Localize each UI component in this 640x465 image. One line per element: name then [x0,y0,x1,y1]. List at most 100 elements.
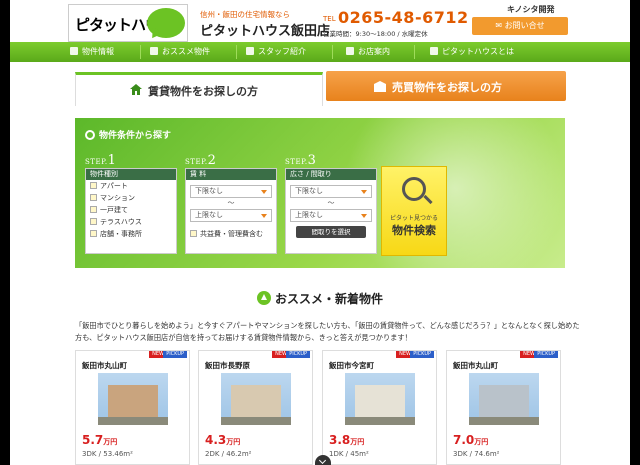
property-card[interactable]: NEW PICKUP 飯田市丸山町 7.0万円 3DK / 74.6m² [446,350,561,465]
checkbox-house[interactable]: 一戸建て [86,204,176,216]
nav-divider [236,45,237,59]
size-max-select[interactable]: 上限なし [290,209,372,222]
business-hours: 営業時間：9:30～18:00 / 水曜定休 [323,30,428,38]
checkbox[interactable] [90,206,97,213]
nav-item-shop[interactable]: お店案内 [346,42,390,62]
property-spec: 2DK / 46.2m² [205,450,252,458]
ground-image [345,417,415,425]
search-icon [85,130,95,140]
property-card[interactable]: NEW PICKUP 飯田市丸山町 5.7万円 3DK / 53.46m² [75,350,190,465]
brand-logo: キノシタ開発 [507,5,555,14]
checkbox[interactable] [90,218,97,225]
person-icon [246,47,254,55]
price-value: 4.3 [205,433,227,447]
price-unit: 万円 [350,438,365,446]
property-area: 飯田市長野原 [205,361,250,370]
search-panel: 物件条件から探す STEP.1 物件種別 アパート マンション 一戸建て テラス… [75,118,565,268]
property-type-header: 物件種別 [86,169,176,180]
checkbox[interactable] [90,230,97,237]
property-area: 飯田市丸山町 [453,361,498,370]
checkbox-include-fees[interactable]: 共益費・管理費含む [186,228,276,240]
price-value: 5.7 [82,433,104,447]
nav-item-recommended[interactable]: おススメ物件 [150,42,210,62]
featured-intro: 「飯田市でひとり暮らしを始めよう」と今すぐアパートやマンションを探したい方も、「… [75,321,580,342]
scroll-down-button[interactable] [315,455,331,465]
ground-image [221,417,291,425]
site-logo[interactable]: ピタットハウス [68,4,188,42]
nav-item-staff[interactable]: スタッフ紹介 [246,42,306,62]
checkbox[interactable] [90,182,97,189]
nav-divider [140,45,141,59]
property-card[interactable]: NEW PICKUP 飯田市今宮町 3.8万円 1DK / 45m² [322,350,437,465]
checkbox-mansion[interactable]: マンション [86,192,176,204]
search-tabs: 賃貸物件をお探しの方 売買物件をお探しの方 [10,62,630,106]
step-1-label: STEP.1 [85,153,116,168]
tab-sale[interactable]: 売買物件をお探しの方 [326,71,566,101]
ground-image [98,417,168,425]
phone-number[interactable]: 0265-48-6712 [338,8,469,27]
price-unit: 万円 [226,438,241,446]
checkbox-label: 店舗・事務所 [100,230,142,238]
checkbox-label: 共益費・管理費含む [200,230,263,238]
checkbox[interactable] [190,230,197,237]
contact-button[interactable]: ✉ お問い合せ [472,17,568,35]
global-nav: 物件情報 おススメ物件 スタッフ紹介 お店案内 ピタットハウスとは [10,42,630,62]
nav-label: おススメ物件 [162,47,210,56]
property-photo[interactable] [98,373,168,425]
select-layout-button[interactable]: 間取りを選択 [296,226,366,238]
thumbs-up-icon [150,47,158,55]
search-button[interactable]: ピタット見つかる 物件検索 [381,166,447,256]
up-arrow-circle-icon [256,291,271,305]
checkbox-shop-office[interactable]: 店舗・事務所 [86,228,176,240]
shop-icon [346,47,354,55]
tel-label: TEL [323,15,336,23]
search-title-label: 物件条件から探す [99,131,172,141]
property-spec: 3DK / 53.46m² [82,450,133,458]
step-word: STEP. [285,158,308,166]
featured-heading: おススメ・新着物件 [10,290,630,307]
checkbox-terrace[interactable]: テラスハウス [86,216,176,228]
nav-item-properties[interactable]: 物件情報 [70,42,114,62]
building-image [231,385,281,419]
nav-label: 物件情報 [82,47,114,56]
info-icon [430,47,438,55]
property-price: 3.8万円 [329,433,364,447]
price-value: 3.8 [329,433,351,447]
pickup-badge: PICKUP [286,351,310,358]
step-number: 1 [107,153,117,168]
rent-max-select[interactable]: 上限なし [190,209,272,222]
property-photo[interactable] [221,373,291,425]
property-photo[interactable] [469,373,539,425]
checkbox-label: マンション [100,194,135,202]
checkbox-label: 一戸建て [100,206,128,214]
size-min-select[interactable]: 下限なし [290,185,372,198]
home-icon [130,84,142,95]
step-3-label: STEP.3 [285,153,316,168]
building-icon [374,81,386,92]
rent-header: 賃 料 [186,169,276,180]
nav-label: スタッフ紹介 [258,47,306,56]
contact-label: お問い合せ [504,21,545,30]
tab-sale-label: 売買物件をお探しの方 [392,81,502,94]
checkbox-apartment[interactable]: アパート [86,180,176,192]
property-area: 飯田市今宮町 [329,361,374,370]
house-icon [70,47,78,55]
tab-rent[interactable]: 賃貸物件をお探しの方 [75,72,323,106]
magnifier-icon [402,177,426,201]
mail-icon: ✉ [495,21,505,30]
shop-name: ピタットハウス飯田店 [200,24,331,39]
building-image [355,385,405,419]
property-spec: 1DK / 45m² [329,450,369,458]
checkbox[interactable] [90,194,97,201]
site-header: ピタットハウス 信州・飯田の住宅情報なら ピタットハウス飯田店 TEL 0265… [10,0,630,42]
step-word: STEP. [185,158,208,166]
search-button-subtext: ピタット見つかる [389,215,438,222]
property-card[interactable]: NEW PICKUP 飯田市長野原 4.3万円 2DK / 46.2m² [198,350,313,465]
nav-item-about[interactable]: ピタットハウスとは [430,42,514,62]
price-unit: 万円 [474,438,489,446]
rent-box: 賃 料 下限なし ～ 上限なし 共益費・管理費含む [185,168,277,254]
rent-min-select[interactable]: 下限なし [190,185,272,198]
pickup-badge: PICKUP [410,351,434,358]
nav-label: ピタットハウスとは [442,47,514,56]
property-photo[interactable] [345,373,415,425]
